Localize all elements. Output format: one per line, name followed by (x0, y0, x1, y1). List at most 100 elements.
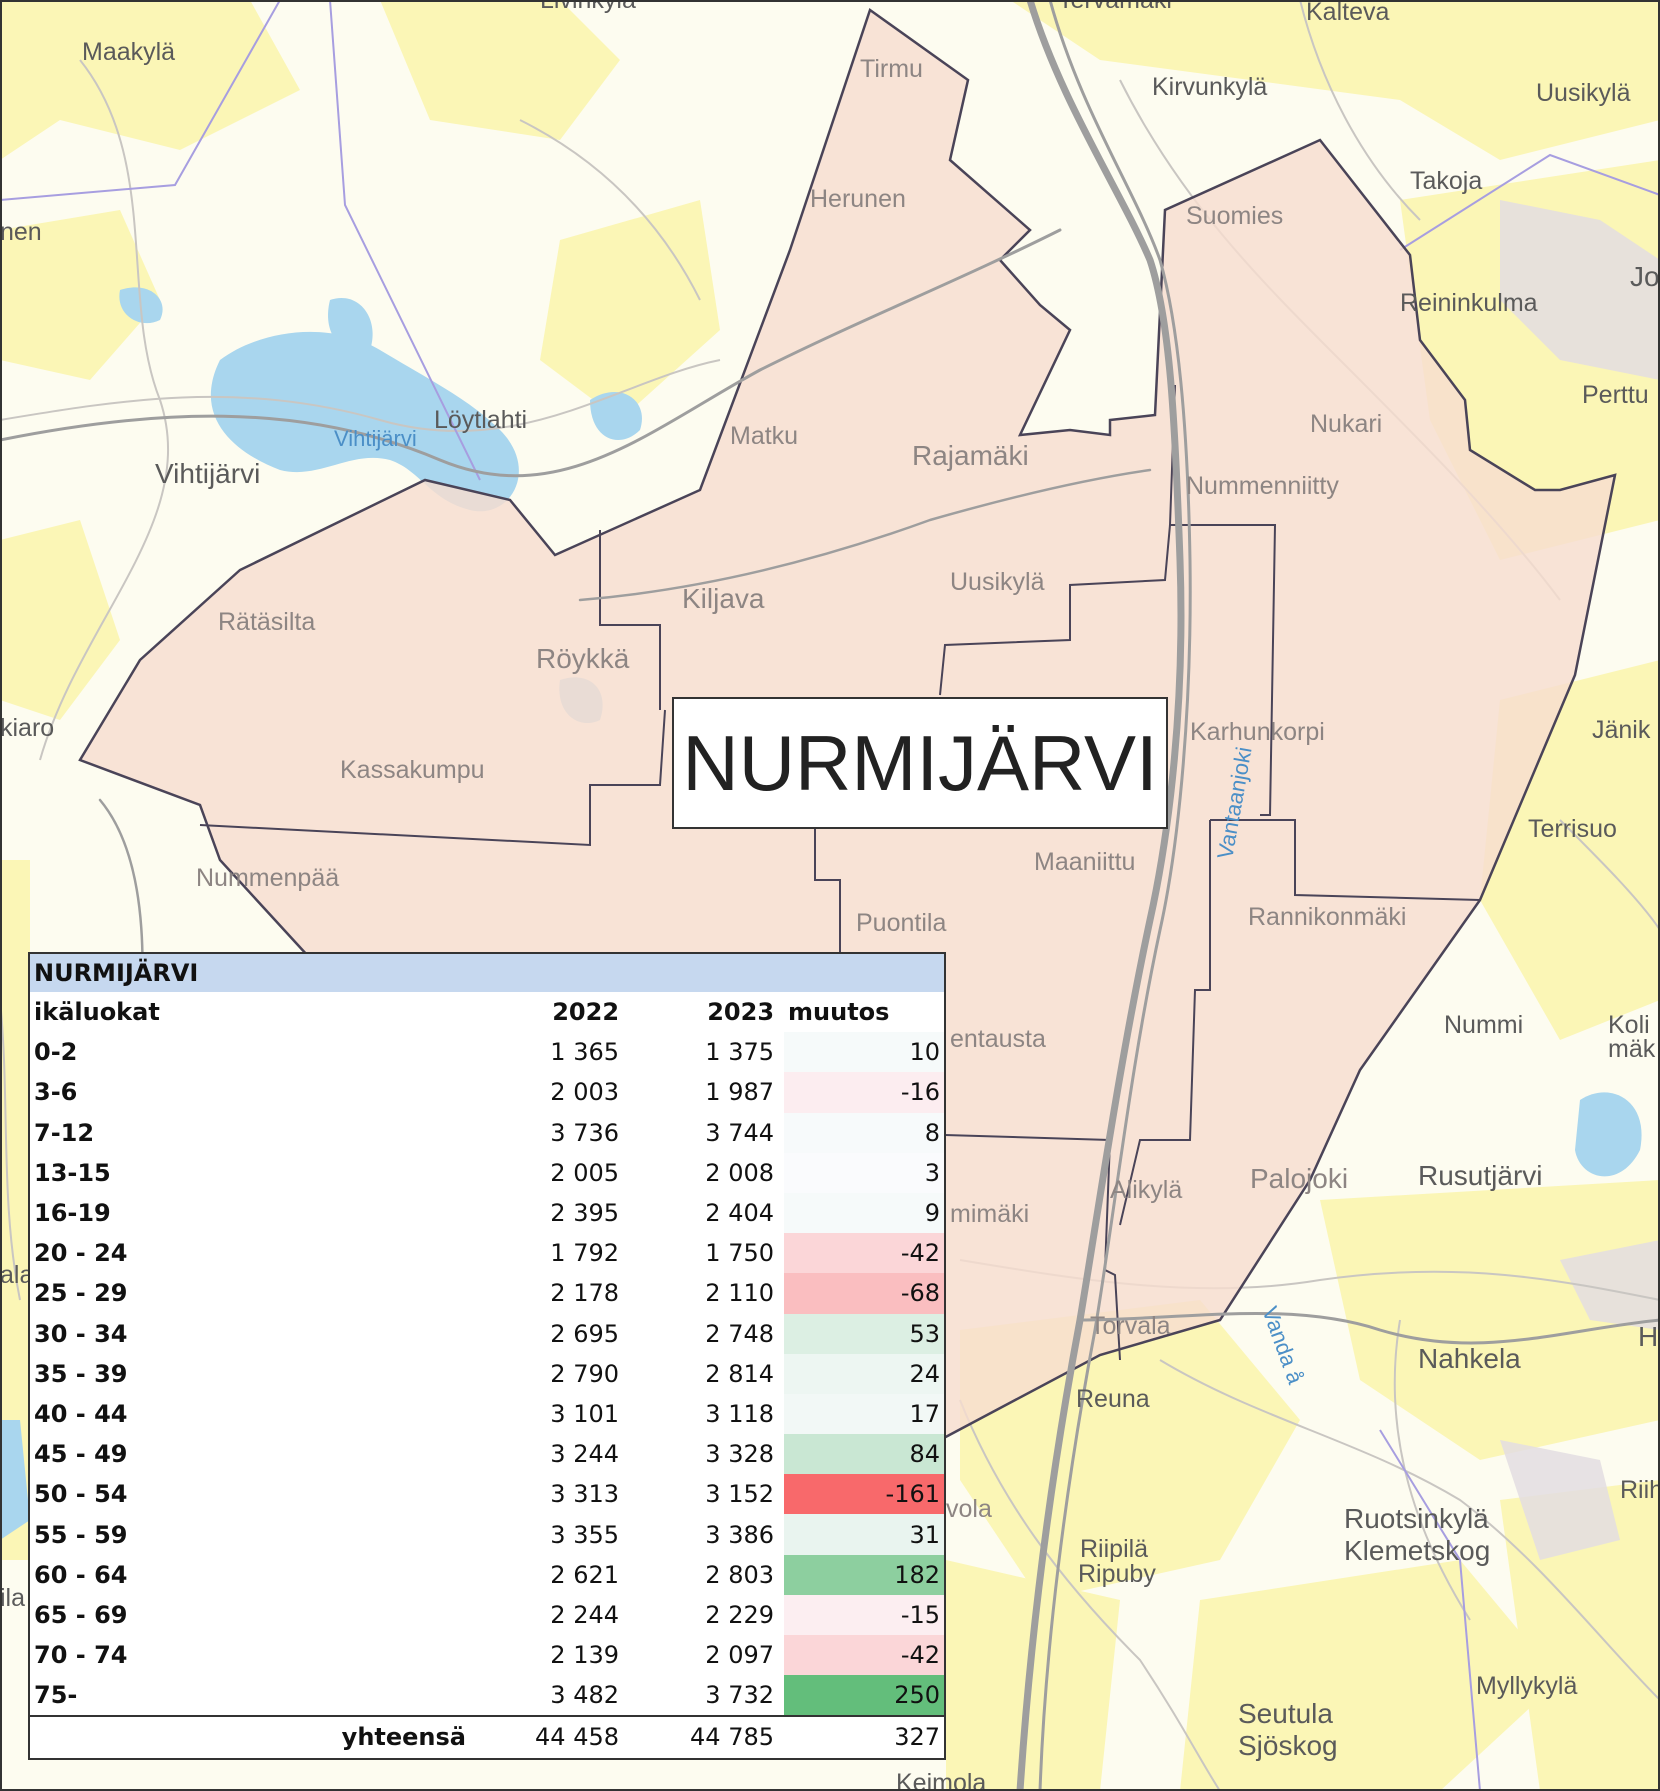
place-label: Seutula (1238, 1698, 1333, 1729)
place-label: Rätäsilta (218, 608, 315, 636)
place-label: entausta (950, 1025, 1046, 1053)
table-header: NURMIJÄRVI (30, 954, 944, 992)
age-group-label: 30 - 34 (34, 1319, 128, 1348)
value-change: 17 (784, 1393, 945, 1435)
table-row: 50 - 54 3 313 3 152 -161 (30, 1474, 945, 1515)
total-2023: 44 785 (629, 1715, 785, 1758)
age-group-label: 7-12 (34, 1118, 95, 1147)
age-group-label: 55 - 59 (34, 1520, 128, 1549)
place-label: Livinkylä (540, 0, 636, 14)
value-2022: 2 178 (550, 1279, 620, 1308)
value-2022: 2 395 (550, 1199, 620, 1228)
place-label: ila (0, 1584, 25, 1612)
place-label: mimäki (950, 1200, 1029, 1228)
table-row: 20 - 24 1 792 1 750 -42 (30, 1233, 945, 1274)
col-2023-header: 2023 (707, 998, 775, 1027)
value-change: 250 (784, 1675, 945, 1717)
value-change: 182 (784, 1554, 945, 1595)
place-label: Alikylä (1110, 1176, 1182, 1204)
col-2022-header: 2022 (552, 998, 620, 1027)
age-group-label: 35 - 39 (34, 1359, 128, 1388)
table-row: 30 - 34 2 695 2 748 53 (30, 1313, 945, 1354)
col-label-header: ikäluokat (34, 998, 160, 1027)
table-row: 16-19 2 395 2 404 9 (30, 1192, 945, 1234)
place-label: Terrisuo (1528, 815, 1617, 843)
place-label: Sjöskog (1238, 1730, 1338, 1761)
age-group-label: 70 - 74 (34, 1641, 128, 1670)
value-change: 84 (784, 1434, 945, 1475)
map-stage: Maakylä Livinkylä Tervamäki Kalteva Kirv… (0, 0, 1660, 1791)
value-change: 10 (784, 1032, 945, 1073)
place-label: Löytlahti (434, 406, 527, 434)
age-group-label: 40 - 44 (34, 1399, 128, 1428)
place-label: vola (946, 1495, 992, 1523)
age-group-label: 20 - 24 (34, 1239, 128, 1268)
municipality-title: NURMIJÄRVI (672, 697, 1168, 829)
value-2023: 3 744 (705, 1118, 775, 1147)
col-change-header: muutos (788, 998, 890, 1027)
table-row: 0-2 1 365 1 375 10 (30, 1032, 945, 1073)
place-label: Jänik (1592, 716, 1651, 744)
place-label: Kassakumpu (340, 756, 485, 784)
value-2022: 3 736 (550, 1118, 620, 1147)
water-label: Vihtijärvi (334, 426, 417, 451)
place-label: Klemetskog (1344, 1535, 1490, 1566)
place-label: Kalteva (1306, 0, 1389, 26)
value-2022: 2 790 (550, 1359, 620, 1388)
value-2022: 3 244 (550, 1440, 620, 1469)
age-group-label: 3-6 (34, 1078, 78, 1107)
value-2023: 2 097 (705, 1641, 775, 1670)
value-change: 24 (784, 1353, 945, 1394)
table-row: 45 - 49 3 244 3 328 84 (30, 1434, 945, 1475)
place-label: nen (0, 218, 42, 246)
place-label: Röykkä (536, 643, 630, 674)
place-label: Rannikonmäki (1248, 903, 1406, 931)
age-group-label: 50 - 54 (34, 1480, 128, 1509)
value-change: -161 (784, 1474, 945, 1515)
value-2022: 2 244 (550, 1600, 620, 1629)
table-row: 3-6 2 003 1 987 -16 (30, 1072, 945, 1113)
place-label: Jo (1630, 261, 1660, 292)
value-2023: 2 814 (705, 1359, 775, 1388)
value-2022: 2 139 (550, 1641, 620, 1670)
table-row: 65 - 69 2 244 2 229 -15 (30, 1594, 945, 1635)
place-label: Maakylä (82, 38, 175, 66)
value-2023: 3 386 (705, 1520, 775, 1549)
place-label: Maaniittu (1034, 848, 1135, 876)
total-2022: 44 458 (474, 1715, 630, 1758)
age-group-table: NURMIJÄRVI ikäluokat 2022 2023 muutos 0-… (28, 952, 946, 1760)
place-label: mäk (1608, 1035, 1656, 1063)
value-2022: 3 355 (550, 1520, 620, 1549)
value-change: 8 (784, 1112, 945, 1153)
place-label: H (1638, 1321, 1658, 1352)
value-2023: 1 750 (705, 1239, 775, 1268)
table-row: 25 - 29 2 178 2 110 -68 (30, 1273, 945, 1314)
value-2022: 2 003 (550, 1078, 620, 1107)
table-row: 35 - 39 2 790 2 814 24 (30, 1353, 945, 1394)
value-change: 3 (784, 1152, 945, 1193)
place-label: Tirmu (860, 55, 923, 83)
value-2023: 2 008 (705, 1158, 775, 1187)
age-group-label: 75- (34, 1681, 78, 1710)
age-group-label: 45 - 49 (34, 1440, 128, 1469)
value-change: -16 (784, 1072, 945, 1113)
value-2022: 2 695 (550, 1319, 620, 1348)
value-2023: 1 987 (705, 1078, 775, 1107)
place-label: Nummi (1444, 1011, 1523, 1039)
age-group-label: 13-15 (34, 1158, 111, 1187)
table-row: 60 - 64 2 621 2 803 182 (30, 1554, 945, 1595)
place-label: Rusutjärvi (1418, 1160, 1542, 1191)
age-group-grid: ikäluokat 2022 2023 muutos 0-2 1 365 1 375… (30, 992, 945, 1758)
total-label: yhteensä (30, 1715, 474, 1758)
place-label: Nummenpää (196, 864, 339, 892)
place-label: Nukari (1310, 410, 1382, 438)
age-group-label: 65 - 69 (34, 1600, 128, 1629)
age-group-label: 16-19 (34, 1199, 111, 1228)
value-2022: 3 313 (550, 1480, 620, 1509)
place-label: kiaro (0, 714, 54, 742)
place-label: Tervamäki (1058, 0, 1172, 14)
table-row: 7-12 3 736 3 744 8 (30, 1112, 945, 1153)
value-2023: 3 152 (705, 1480, 775, 1509)
place-label: Ripuby (1078, 1560, 1156, 1588)
value-change: 9 (784, 1192, 945, 1234)
